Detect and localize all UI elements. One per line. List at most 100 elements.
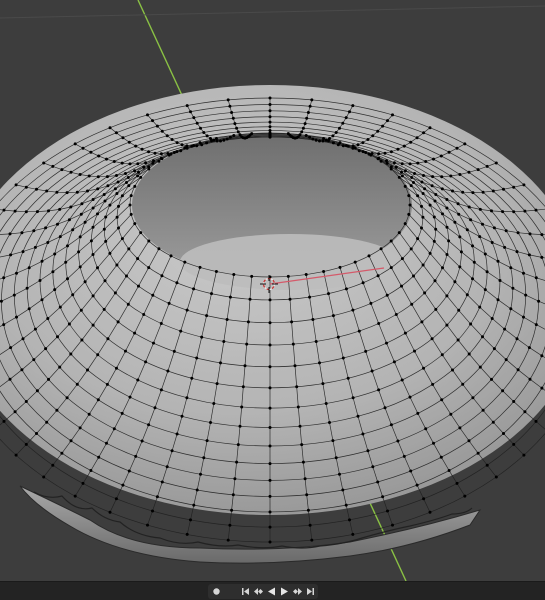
mesh-vertex[interactable] bbox=[80, 202, 84, 206]
mesh-vertex[interactable] bbox=[46, 241, 50, 244]
mesh-vertex[interactable] bbox=[205, 314, 209, 318]
mesh-vertex[interactable] bbox=[327, 139, 330, 143]
mesh-vertex[interactable] bbox=[102, 307, 106, 311]
mesh-vertex[interactable] bbox=[20, 231, 24, 235]
mesh-vertex[interactable] bbox=[504, 229, 508, 233]
mesh-vertex[interactable] bbox=[91, 253, 95, 256]
mesh-vertex[interactable] bbox=[192, 287, 196, 291]
mesh-vertex[interactable] bbox=[341, 488, 345, 492]
mesh-vertex[interactable] bbox=[268, 494, 272, 498]
mesh-vertex[interactable] bbox=[361, 150, 365, 154]
mesh-vertex[interactable] bbox=[440, 187, 444, 191]
mesh-vertex[interactable] bbox=[357, 149, 361, 153]
mesh-vertex[interactable] bbox=[66, 277, 69, 281]
mesh-vertex[interactable] bbox=[212, 402, 216, 405]
mesh-vertex[interactable] bbox=[79, 212, 83, 216]
mesh-vertex[interactable] bbox=[20, 368, 24, 372]
play-button[interactable] bbox=[278, 585, 291, 598]
mesh-vertex[interactable] bbox=[509, 307, 513, 311]
mesh-vertex[interactable] bbox=[125, 181, 128, 184]
mesh-vertex[interactable] bbox=[409, 184, 413, 188]
mesh-vertex[interactable] bbox=[81, 481, 85, 485]
mesh-vertex[interactable] bbox=[78, 265, 82, 269]
mesh-vertex[interactable] bbox=[195, 121, 199, 125]
mesh-vertex[interactable] bbox=[147, 266, 151, 270]
mesh-vertex[interactable] bbox=[534, 208, 538, 212]
mesh-vertex[interactable] bbox=[408, 162, 412, 166]
mesh-vertex[interactable] bbox=[314, 340, 318, 343]
mesh-vertex[interactable] bbox=[222, 340, 226, 343]
mesh-vertex[interactable] bbox=[463, 494, 467, 498]
mesh-vertex[interactable] bbox=[142, 313, 146, 316]
mesh-vertex[interactable] bbox=[439, 455, 443, 459]
mesh-vertex[interactable] bbox=[42, 475, 46, 479]
mesh-vertex[interactable] bbox=[175, 432, 179, 436]
mesh-vertex[interactable] bbox=[91, 323, 95, 327]
mesh-vertex[interactable] bbox=[77, 250, 81, 254]
jump-to-end-button[interactable] bbox=[304, 585, 317, 598]
mesh-vertex[interactable] bbox=[35, 187, 38, 191]
mesh-vertex[interactable] bbox=[124, 349, 127, 353]
mesh-vertex[interactable] bbox=[389, 239, 393, 243]
mesh-vertex[interactable] bbox=[491, 420, 495, 424]
mesh-vertex[interactable] bbox=[432, 215, 436, 219]
mesh-vertex[interactable] bbox=[440, 398, 444, 402]
mesh-vertex[interactable] bbox=[381, 124, 385, 128]
mesh-vertex[interactable] bbox=[144, 161, 148, 165]
mesh-vertex[interactable] bbox=[46, 317, 50, 320]
mesh-vertex[interactable] bbox=[369, 301, 373, 305]
mesh-vertex[interactable] bbox=[160, 274, 164, 278]
mesh-vertex[interactable] bbox=[376, 274, 380, 278]
mesh-vertex[interactable] bbox=[310, 538, 314, 542]
mesh-vertex[interactable] bbox=[286, 274, 290, 278]
mesh-vertex[interactable] bbox=[60, 451, 64, 455]
mesh-vertex[interactable] bbox=[389, 266, 393, 270]
mesh-vertex[interactable] bbox=[428, 126, 432, 130]
mesh-vertex[interactable] bbox=[51, 463, 55, 467]
mesh-vertex[interactable] bbox=[69, 352, 73, 356]
mesh-vertex[interactable] bbox=[96, 398, 100, 402]
mesh-vertex[interactable] bbox=[298, 424, 302, 428]
mesh-vertex[interactable] bbox=[400, 378, 404, 382]
mesh-vertex[interactable] bbox=[478, 365, 482, 369]
mesh-vertex[interactable] bbox=[331, 439, 335, 443]
mesh-vertex[interactable] bbox=[304, 273, 308, 276]
mesh-vertex[interactable] bbox=[210, 292, 213, 296]
mesh-vertex[interactable] bbox=[490, 377, 493, 381]
mesh-vertex[interactable] bbox=[522, 453, 526, 457]
mesh-vertex[interactable] bbox=[96, 353, 100, 357]
mesh-vertex[interactable] bbox=[471, 396, 475, 400]
mesh-vertex[interactable] bbox=[65, 396, 69, 400]
mesh-vertex[interactable] bbox=[400, 174, 404, 178]
mesh-vertex[interactable] bbox=[503, 245, 507, 249]
mesh-vertex[interactable] bbox=[420, 180, 424, 184]
mesh-vertex[interactable] bbox=[338, 126, 341, 130]
mesh-vertex[interactable] bbox=[137, 170, 140, 174]
mesh-vertex[interactable] bbox=[268, 115, 272, 119]
mesh-vertex[interactable] bbox=[78, 426, 82, 430]
mesh-vertex[interactable] bbox=[147, 150, 151, 154]
mesh-vertex[interactable] bbox=[159, 322, 163, 325]
mesh-vertex[interactable] bbox=[0, 299, 3, 303]
mesh-vertex[interactable] bbox=[298, 133, 302, 137]
mesh-vertex[interactable] bbox=[346, 376, 350, 380]
mesh-vertex[interactable] bbox=[185, 104, 189, 108]
mesh-vertex[interactable] bbox=[160, 129, 164, 133]
mesh-vertex[interactable] bbox=[104, 239, 108, 243]
mesh-vertex[interactable] bbox=[341, 121, 345, 125]
mesh-vertex[interactable] bbox=[515, 337, 519, 341]
mesh-vertex[interactable] bbox=[465, 293, 469, 297]
mesh-vertex[interactable] bbox=[376, 480, 380, 484]
mesh-vertex[interactable] bbox=[385, 293, 389, 297]
mesh-vertex[interactable] bbox=[175, 281, 179, 285]
mesh-vertex[interactable] bbox=[195, 356, 199, 360]
mesh-vertex[interactable] bbox=[305, 493, 309, 497]
mesh-vertex[interactable] bbox=[136, 174, 140, 178]
mesh-vertex[interactable] bbox=[8, 232, 12, 236]
mesh-vertex[interactable] bbox=[147, 423, 151, 427]
mesh-vertex[interactable] bbox=[108, 510, 112, 514]
mesh-vertex[interactable] bbox=[115, 366, 118, 370]
mesh-vertex[interactable] bbox=[308, 104, 312, 108]
mesh-vertex[interactable] bbox=[476, 168, 480, 172]
mesh-vertex[interactable] bbox=[128, 203, 132, 207]
